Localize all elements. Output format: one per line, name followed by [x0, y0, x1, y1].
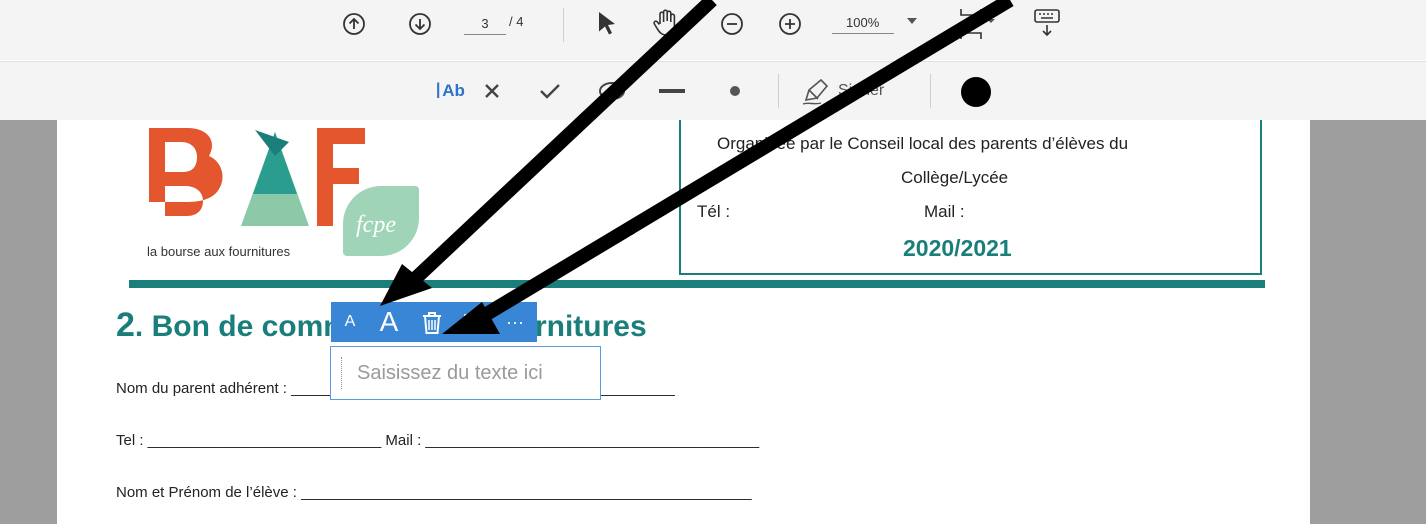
- arrow-up-circle-icon: [343, 13, 365, 35]
- delete-button[interactable]: [417, 308, 447, 338]
- hand-tool-button[interactable]: [649, 6, 683, 40]
- text-cursor-icon: I: [435, 78, 442, 103]
- sign-button[interactable]: Signer: [800, 74, 910, 108]
- next-page-button[interactable]: [406, 10, 434, 38]
- toolbar-divider: [778, 74, 779, 108]
- text-tool-label: Ab: [442, 81, 465, 100]
- sign-label: Signer: [838, 82, 885, 99]
- toolbar-divider: [930, 74, 931, 108]
- add-text-tool-button[interactable]: I Ab: [425, 76, 475, 106]
- zoom-level-select[interactable]: 100%: [832, 12, 894, 34]
- text-entry-field[interactable]: Saisissez du texte ici: [330, 346, 601, 400]
- hand-icon: [653, 9, 676, 36]
- check-mark-button[interactable]: [535, 76, 565, 106]
- school-year: 2020/2021: [903, 235, 1012, 261]
- section-number: 2: [116, 306, 135, 344]
- tel-label: Tél :: [697, 202, 731, 221]
- previous-page-button[interactable]: [340, 10, 368, 38]
- fcpe-logo-text: fcpe: [356, 212, 396, 238]
- fit-page-button[interactable]: [955, 4, 999, 44]
- page-total: / 4: [509, 14, 524, 29]
- circle-tool-button[interactable]: [596, 76, 628, 106]
- chevron-down-icon[interactable]: [907, 18, 917, 24]
- zoom-in-icon: [779, 13, 801, 35]
- cross-icon: [485, 84, 499, 98]
- navigation-toolbar: / 4 100%: [0, 0, 1426, 60]
- fit-page-icon: [960, 9, 995, 39]
- logo-tagline: la bourse aux fournitures: [147, 244, 291, 259]
- baf-logo: la bourse aux fournitures fcpe: [137, 122, 427, 262]
- page-number-input[interactable]: [464, 12, 506, 35]
- student-name-field: Nom et Prénom de l’élève : _____________…: [116, 484, 752, 501]
- toolbar-divider: [563, 8, 564, 42]
- text-caret: [341, 357, 343, 389]
- color-picker-button[interactable]: [958, 74, 994, 110]
- line-tool-button[interactable]: [656, 76, 688, 106]
- left-gutter: [0, 120, 57, 524]
- keyboard-down-icon: [1034, 9, 1060, 37]
- trash-icon: [423, 312, 441, 334]
- fill-and-sign-toolbar: I Ab Signer: [0, 61, 1426, 121]
- ellipse-icon: [599, 82, 625, 100]
- zoom-out-icon: [721, 13, 743, 35]
- pen-nib-icon: [802, 78, 829, 105]
- header-divider: [129, 280, 1265, 288]
- zoom-in-button[interactable]: [776, 10, 804, 38]
- organizer-line-2: Collège/Lycée: [901, 168, 1009, 187]
- dot-tool-button[interactable]: [720, 76, 750, 106]
- checkmark-icon: [540, 84, 560, 99]
- line-icon: [659, 89, 685, 93]
- tel-mail-field: Tel : ____________________________ Mail …: [116, 432, 760, 449]
- pdf-page: la bourse aux fournitures fcpe Organisée…: [57, 120, 1310, 524]
- svg-text:b: b: [472, 316, 480, 331]
- field-icon: b: [464, 314, 488, 332]
- dot-icon: [730, 86, 740, 96]
- mail-label: Mail :: [924, 202, 965, 221]
- cursor-arrow-icon: [599, 12, 615, 35]
- convert-field-button[interactable]: b: [461, 310, 491, 336]
- cross-mark-button[interactable]: [477, 76, 507, 106]
- zoom-out-button[interactable]: [718, 10, 746, 38]
- decrease-font-size-button[interactable]: A: [337, 308, 363, 336]
- increase-font-size-button[interactable]: A: [373, 304, 405, 340]
- more-options-button[interactable]: ···: [501, 308, 529, 336]
- text-placeholder: Saisissez du texte ici: [357, 362, 543, 384]
- select-tool-button[interactable]: [592, 8, 622, 38]
- arrow-down-circle-icon: [409, 13, 431, 35]
- read-mode-button[interactable]: [1030, 6, 1064, 40]
- color-swatch: [961, 77, 991, 107]
- scroll-gutter[interactable]: [1310, 120, 1426, 524]
- text-format-toolbar: A A b ···: [331, 302, 537, 342]
- organizer-line-1: Organisée par le Conseil local des paren…: [717, 134, 1129, 153]
